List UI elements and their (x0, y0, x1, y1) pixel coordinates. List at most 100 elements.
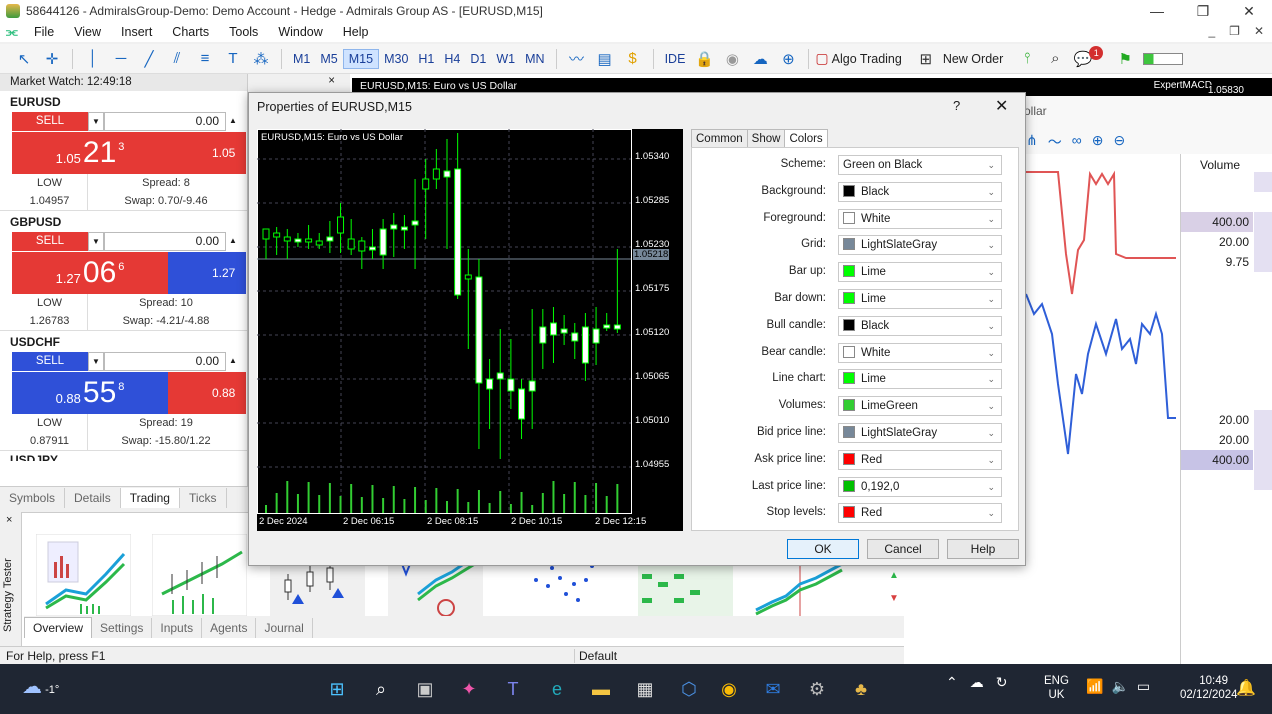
menu-view[interactable]: View (64, 25, 111, 39)
lot-input[interactable]: 0.00 (104, 112, 226, 131)
timeframe-m30[interactable]: M30 (379, 50, 413, 68)
timeframe-w1[interactable]: W1 (491, 50, 520, 68)
signal-icon[interactable]: ◉ (718, 47, 746, 71)
horizontal-line-icon[interactable]: ─ (107, 47, 135, 71)
quick-settings[interactable]: 📶 🔈 ▭ (1086, 678, 1150, 695)
color-select[interactable]: Lime ⌄ (838, 369, 1002, 390)
menu-charts[interactable]: Charts (162, 25, 219, 39)
lot-input[interactable]: 0.00 (104, 352, 226, 371)
search-icon[interactable]: ⌕ (1041, 47, 1069, 71)
sync-icon[interactable]: ↻ (996, 674, 1008, 691)
cursor-icon[interactable]: ↖ (10, 47, 38, 71)
lot-input[interactable]: 0.00 (104, 232, 226, 251)
color-select[interactable]: Red ⌄ (838, 503, 1002, 524)
color-select[interactable]: LimeGreen ⌄ (838, 396, 1002, 417)
edge-icon[interactable]: e (544, 676, 570, 702)
ok-button[interactable]: OK (787, 539, 859, 559)
tab-inputs[interactable]: Inputs (152, 618, 203, 638)
tab-settings[interactable]: Settings (92, 618, 153, 638)
store-icon[interactable]: ▦ (632, 676, 658, 702)
tab-show[interactable]: Show (746, 129, 786, 149)
menu-help[interactable]: Help (333, 25, 379, 39)
symbol-name[interactable]: USDCHF (0, 331, 247, 351)
metatrader-icon[interactable]: ♣ (848, 676, 874, 702)
chevron-up-icon[interactable]: ⌃ (946, 674, 958, 691)
timeframe-d1[interactable]: D1 (465, 50, 491, 68)
chrome-icon[interactable]: ◉ (716, 676, 742, 702)
tab-journal[interactable]: Journal (256, 618, 313, 638)
market-watch-close-icon[interactable]: × (328, 75, 335, 87)
color-select[interactable]: Lime ⌄ (838, 289, 1002, 309)
settings-icon[interactable]: ⚙ (804, 676, 830, 702)
child-restore-button[interactable]: ❐ (1229, 24, 1240, 38)
sell-price[interactable]: 1.05 21 3 (12, 132, 168, 174)
tab-trading[interactable]: Trading (120, 488, 180, 508)
timeframe-h1[interactable]: H1 (413, 50, 439, 68)
shapes-icon[interactable]: ⁂ (247, 47, 275, 71)
chart-type-icon[interactable]: 〰 (563, 47, 591, 71)
algo-trading-button[interactable]: Algo Trading (832, 52, 902, 66)
terminal-menu-icon[interactable]: ⫘ (6, 24, 24, 40)
account-signal-icon[interactable]: ⚑ (1111, 47, 1139, 71)
search-icon[interactable]: ⌕ (368, 676, 394, 702)
bell-icon[interactable]: 🔔 (1236, 678, 1256, 698)
objects-icon[interactable]: ∞ (1072, 132, 1082, 152)
timeframe-m15[interactable]: M15 (342, 48, 380, 69)
strategy-tester-close-icon[interactable]: × (6, 514, 12, 526)
fibonacci-icon[interactable]: ≡ (191, 47, 219, 71)
tab-overview[interactable]: Overview (24, 617, 93, 638)
outlook-icon[interactable]: ✉ (760, 676, 786, 702)
channel-icon[interactable]: ⫽ (163, 47, 191, 71)
start-icon[interactable]: ⊞ (324, 676, 350, 702)
close-button[interactable]: ✕ (1226, 0, 1272, 22)
buy-price[interactable]: 1.05 (168, 132, 246, 174)
timeframe-m1[interactable]: M1 (288, 50, 315, 68)
vertical-line-icon[interactable]: │ (79, 47, 107, 71)
zoom-in-icon[interactable]: ⊕ (1092, 132, 1104, 152)
color-select[interactable]: Black ⌄ (838, 181, 1002, 202)
market-icon[interactable]: $ (619, 47, 647, 71)
chevron-down-icon[interactable]: ▼ (88, 232, 104, 251)
scroll-down-icon[interactable]: ▼ (884, 593, 904, 604)
sell-price[interactable]: 0.88 55 8 (12, 372, 168, 414)
dialog-help-button[interactable]: ? (953, 98, 960, 113)
chevron-down-icon[interactable]: ▼ (88, 112, 104, 131)
menu-file[interactable]: File (24, 25, 64, 39)
color-select[interactable]: Lime ⌄ (838, 262, 1002, 283)
buy-price[interactable]: 1.27 (168, 252, 246, 294)
templates-icon[interactable]: ▤ (591, 47, 619, 71)
timeframe-m5[interactable]: M5 (315, 50, 342, 68)
child-close-button[interactable]: ✕ (1254, 24, 1264, 38)
timeframe-mn[interactable]: MN (520, 50, 549, 68)
spin-up-icon[interactable]: ▲ (226, 352, 240, 371)
trendline-icon[interactable]: ╱ (135, 47, 163, 71)
file-explorer-icon[interactable]: ▬ (588, 676, 614, 702)
chevron-down-icon[interactable]: ▼ (88, 352, 104, 371)
language-indicator[interactable]: ENG UK (1044, 674, 1069, 702)
tab-ticks[interactable]: Ticks (180, 488, 227, 508)
scroll-up-icon[interactable]: ▲ (884, 570, 904, 581)
maximize-button[interactable]: ❐ (1180, 0, 1226, 22)
buy-price[interactable]: 0.88 (168, 372, 246, 414)
tab-colors[interactable]: Colors (784, 129, 828, 149)
globe-icon[interactable]: ⊕ (774, 47, 802, 71)
task-view-icon[interactable]: ▣ (412, 676, 438, 702)
cancel-button[interactable]: Cancel (867, 539, 939, 559)
lock-icon[interactable]: 🔒 (690, 47, 718, 71)
color-select[interactable]: 0,192,0 ⌄ (838, 476, 1002, 497)
onedrive-icon[interactable]: ☁ (970, 674, 984, 691)
clock[interactable]: 10:49 02/12/2024 (1180, 674, 1238, 702)
spin-up-icon[interactable]: ▲ (226, 232, 240, 251)
vps-icon[interactable]: ☁ (746, 47, 774, 71)
spin-up-icon[interactable]: ▲ (226, 112, 240, 131)
dialog-close-button[interactable]: ✕ (995, 96, 1008, 116)
depth-of-market-icon[interactable]: ⫯ (1013, 47, 1041, 71)
symbol-name[interactable]: EURUSD (0, 91, 247, 111)
child-minimize-button[interactable]: _ (1208, 24, 1215, 38)
menu-insert[interactable]: Insert (111, 25, 162, 39)
sell-price[interactable]: 1.27 06 6 (12, 252, 168, 294)
color-select[interactable]: Red ⌄ (838, 449, 1002, 470)
symbol-name-partial[interactable]: USDJPY (0, 451, 247, 461)
overview-single-test-icon[interactable] (36, 534, 131, 616)
help-button[interactable]: Help (947, 539, 1019, 559)
